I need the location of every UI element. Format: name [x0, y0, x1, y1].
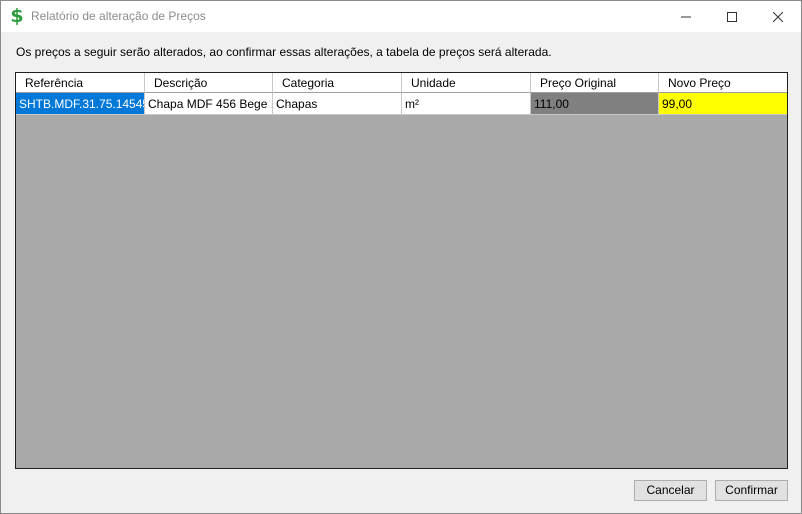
window-title: Relatório de alteração de Preços [31, 9, 206, 23]
cancel-button[interactable]: Cancelar [634, 480, 707, 501]
column-header-unidade[interactable]: Unidade [402, 73, 531, 93]
minimize-icon [681, 16, 691, 17]
confirm-button[interactable]: Confirmar [715, 480, 788, 501]
table-row[interactable]: SHTB.MDF.31.75.14545 Chapa MDF 456 Bege … [16, 93, 787, 115]
cell-categoria[interactable]: Chapas [273, 93, 402, 115]
title-bar[interactable]: $ Relatório de alteração de Preços [1, 1, 801, 32]
column-header-categoria[interactable]: Categoria [273, 73, 402, 93]
cell-unidade[interactable]: m² [402, 93, 531, 115]
cell-preco-original[interactable]: 111,00 [531, 93, 659, 115]
maximize-icon [727, 11, 737, 22]
dialog-window: $ Relatório de alteração de Preços Os pr… [0, 0, 802, 514]
cell-referencia[interactable]: SHTB.MDF.31.75.14545 [16, 93, 145, 115]
grid-header: Referência Descrição Categoria Unidade P… [16, 73, 787, 93]
cell-descricao[interactable]: Chapa MDF 456 Bege ... [145, 93, 273, 115]
dollar-sign-icon: $ [10, 5, 24, 27]
column-header-preco-original[interactable]: Preço Original [531, 73, 659, 93]
instruction-text: Os preços a seguir serão alterados, ao c… [16, 45, 552, 59]
price-changes-grid[interactable]: Referência Descrição Categoria Unidade P… [15, 72, 788, 469]
maximize-button[interactable] [709, 1, 755, 32]
cell-novo-preco[interactable]: 99,00 [659, 93, 787, 115]
column-header-referencia[interactable]: Referência [16, 73, 145, 93]
close-icon [773, 11, 783, 22]
column-header-novo-preco[interactable]: Novo Preço [659, 73, 787, 93]
column-header-descricao[interactable]: Descrição [145, 73, 273, 93]
close-button[interactable] [755, 1, 801, 32]
minimize-button[interactable] [663, 1, 709, 32]
